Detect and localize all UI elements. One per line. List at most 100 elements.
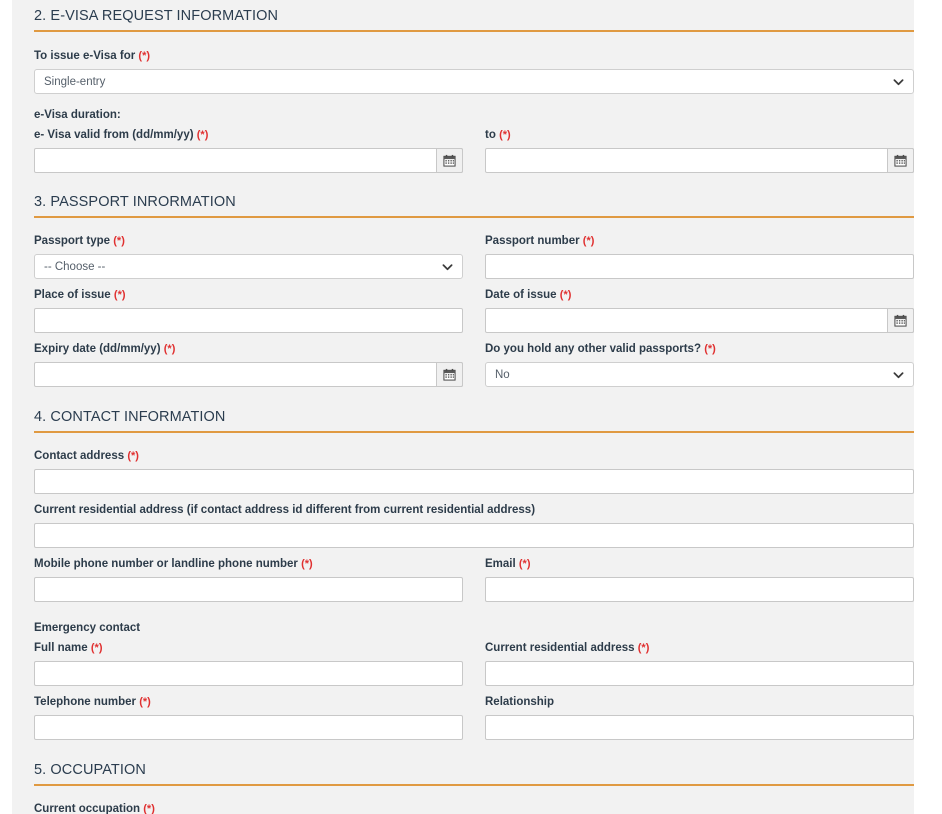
section-contact: 4. CONTACT INFORMATION Contact address (…: [34, 387, 914, 740]
label-passport-number: Passport number (*): [485, 235, 595, 247]
row-phone-email: Mobile phone number or landline phone nu…: [34, 557, 914, 602]
field-group-passport-number: Passport number (*): [485, 234, 914, 279]
field-group-place-of-issue: Place of issue (*): [34, 288, 463, 333]
input-phone[interactable]: [34, 577, 463, 602]
required-marker: (*): [143, 803, 155, 814]
label-issue-evisa-for: To issue e-Visa for (*): [34, 50, 151, 62]
calendar-icon: [443, 154, 456, 167]
section-occupation: 5. OCCUPATION Current occupation (*) -- …: [34, 740, 914, 814]
input-valid-from[interactable]: [34, 148, 463, 173]
label-evisa-duration: e-Visa duration:: [34, 109, 121, 121]
chevron-down-icon: [442, 263, 453, 270]
label-emergency-full-name: Full name (*): [34, 642, 103, 654]
input-emergency-address[interactable]: [485, 661, 914, 686]
calendar-icon: [894, 154, 907, 167]
field-group-email: Email (*): [485, 557, 914, 602]
label-other-passports: Do you hold any other valid passports? (…: [485, 343, 716, 355]
field-group-emergency-full-name: Full name (*): [34, 641, 463, 686]
field-group-residential-address: Current residential address (if contact …: [34, 503, 914, 548]
required-marker: (*): [582, 235, 595, 247]
form-content: 2. E-VISA REQUEST INFORMATION To issue e…: [34, 0, 914, 814]
input-email[interactable]: [485, 577, 914, 602]
required-marker: (*): [113, 289, 126, 301]
input-emergency-phone[interactable]: [34, 715, 463, 740]
section-title-passport: 3. PASSPORT INRORMATION: [34, 194, 236, 210]
input-emergency-relationship[interactable]: [485, 715, 914, 740]
calendar-button-valid-to[interactable]: [887, 148, 914, 173]
field-group-current-occupation: Current occupation (*) -- Choose --: [34, 802, 914, 814]
row-place-date-of-issue: Place of issue (*) Date of issue (*): [34, 288, 914, 333]
required-marker: (*): [499, 129, 511, 141]
field-group-passport-type: Passport type (*) -- Choose --: [34, 234, 463, 279]
label-phone: Mobile phone number or landline phone nu…: [34, 558, 313, 570]
label-email: Email (*): [485, 558, 531, 570]
field-group-phone: Mobile phone number or landline phone nu…: [34, 557, 463, 602]
calendar-icon: [443, 368, 456, 381]
section-evisa-request: 2. E-VISA REQUEST INFORMATION To issue e…: [34, 0, 914, 173]
section-title-occupation: 5. OCCUPATION: [34, 762, 146, 778]
required-marker: (*): [127, 450, 139, 462]
form-page: 2. E-VISA REQUEST INFORMATION To issue e…: [12, 0, 914, 814]
row-evisa-validity: e- Visa valid from (dd/mm/yy) (*) to (*): [34, 128, 914, 173]
section-passport: 3. PASSPORT INRORMATION Passport type (*…: [34, 173, 914, 387]
label-emergency-relationship: Relationship: [485, 696, 555, 708]
field-group-expiry-date: Expiry date (dd/mm/yy) (*): [34, 342, 463, 387]
select-issue-evisa-for[interactable]: Single-entry: [34, 69, 914, 94]
label-emergency-contact-heading: Emergency contact: [34, 622, 141, 634]
label-residential-address: Current residential address (if contact …: [34, 504, 536, 516]
row-expiry-other-passports: Expiry date (dd/mm/yy) (*) Do you hold a…: [34, 342, 914, 387]
required-marker: (*): [163, 343, 176, 355]
field-group-other-passports: Do you hold any other valid passports? (…: [485, 342, 914, 387]
required-marker: (*): [637, 642, 650, 654]
label-expiry-date: Expiry date (dd/mm/yy) (*): [34, 343, 176, 355]
calendar-icon: [894, 314, 907, 327]
row-passport-type-number: Passport type (*) -- Choose -- Passport …: [34, 234, 914, 279]
chevron-down-icon: [893, 371, 904, 378]
input-place-of-issue[interactable]: [34, 308, 463, 333]
select-issue-evisa-for-value: Single-entry: [44, 75, 106, 88]
select-other-passports[interactable]: No: [485, 362, 914, 387]
required-marker: (*): [196, 129, 209, 141]
select-other-passports-value: No: [495, 368, 510, 381]
chevron-down-icon: [893, 78, 904, 85]
label-valid-from: e- Visa valid from (dd/mm/yy) (*): [34, 129, 209, 141]
label-contact-address: Contact address (*): [34, 450, 139, 462]
required-marker: (*): [704, 343, 716, 355]
label-current-occupation: Current occupation (*): [34, 803, 155, 814]
input-date-of-issue[interactable]: [485, 308, 914, 333]
field-group-emergency-relationship: Relationship: [485, 695, 914, 740]
required-marker: (*): [301, 558, 313, 570]
required-marker: (*): [113, 235, 125, 247]
row-emergency-name-address: Full name (*) Current residential addres…: [34, 641, 914, 686]
section-title-contact: 4. CONTACT INFORMATION: [34, 409, 226, 425]
input-residential-address[interactable]: [34, 523, 914, 548]
label-emergency-address: Current residential address (*): [485, 642, 650, 654]
label-emergency-phone: Telephone number (*): [34, 696, 151, 708]
required-marker: (*): [559, 289, 572, 301]
select-passport-type-value: -- Choose --: [44, 260, 106, 273]
calendar-button-date-of-issue[interactable]: [887, 308, 914, 333]
input-passport-number[interactable]: [485, 254, 914, 279]
label-place-of-issue: Place of issue (*): [34, 289, 126, 301]
input-valid-to[interactable]: [485, 148, 914, 173]
required-marker: (*): [138, 50, 151, 62]
required-marker: (*): [518, 558, 531, 570]
required-marker: (*): [90, 642, 103, 654]
field-group-date-of-issue: Date of issue (*): [485, 288, 914, 333]
label-passport-type: Passport type (*): [34, 235, 125, 247]
field-group-contact-address: Contact address (*): [34, 449, 914, 494]
select-passport-type[interactable]: -- Choose --: [34, 254, 463, 279]
input-expiry-date[interactable]: [34, 362, 463, 387]
field-group-emergency-address: Current residential address (*): [485, 641, 914, 686]
input-emergency-full-name[interactable]: [34, 661, 463, 686]
label-date-of-issue: Date of issue (*): [485, 289, 572, 301]
field-group-valid-from: e- Visa valid from (dd/mm/yy) (*): [34, 128, 463, 173]
input-contact-address[interactable]: [34, 469, 914, 494]
calendar-button-expiry-date[interactable]: [436, 362, 463, 387]
row-emergency-phone-relationship: Telephone number (*) Relationship: [34, 695, 914, 740]
calendar-button-valid-from[interactable]: [436, 148, 463, 173]
section-title-evisa-request: 2. E-VISA REQUEST INFORMATION: [34, 8, 279, 24]
label-valid-to: to (*): [485, 129, 511, 141]
required-marker: (*): [139, 696, 151, 708]
field-group-emergency-phone: Telephone number (*): [34, 695, 463, 740]
